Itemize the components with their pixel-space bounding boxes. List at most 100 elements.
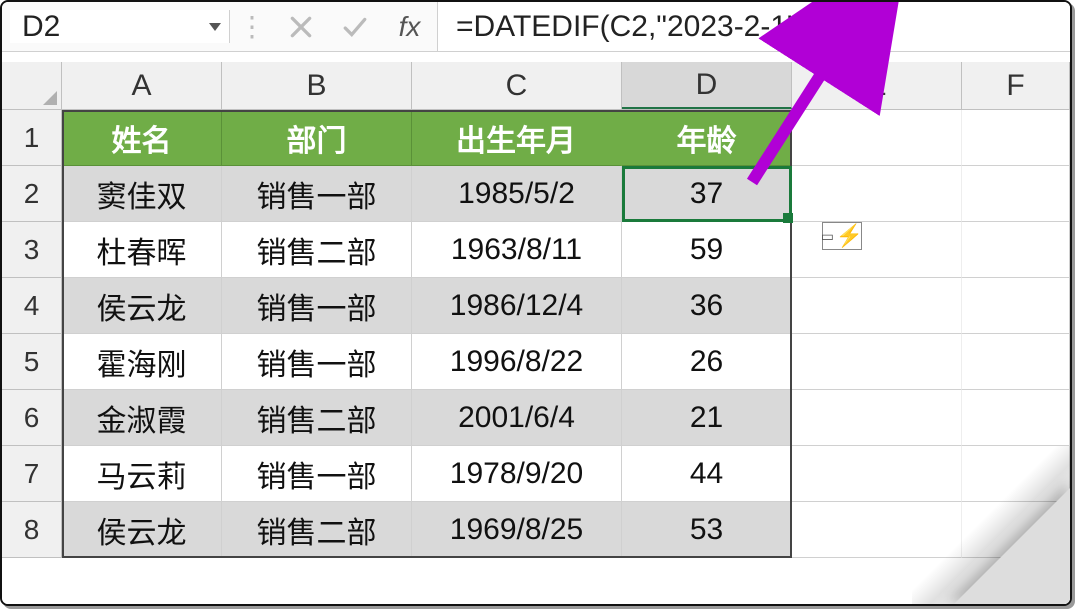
cell[interactable]: 部门	[222, 110, 412, 166]
row-header[interactable]: 5	[2, 334, 62, 390]
name-box-value: D2	[22, 10, 60, 44]
chevron-down-icon[interactable]	[209, 23, 221, 31]
cell[interactable]: 1963/8/11	[412, 222, 622, 278]
cell[interactable]: 金淑霞	[62, 390, 222, 446]
cell[interactable]: 53	[622, 502, 792, 558]
row-number: 3	[24, 234, 40, 266]
cell-text: 部门	[287, 116, 347, 160]
cell[interactable]: 销售一部	[222, 278, 412, 334]
cell[interactable]: 姓名	[62, 110, 222, 166]
col-header-C[interactable]: C	[412, 62, 622, 109]
formula-text: =DATEDIF(C2,"2023-2-1","y")	[456, 10, 852, 44]
col-header-B[interactable]: B	[222, 62, 412, 109]
cell[interactable]	[962, 110, 1070, 166]
row-header[interactable]: 8	[2, 502, 62, 558]
cell[interactable]: 1996/8/22	[412, 334, 622, 390]
cell-text: 1978/9/20	[450, 457, 583, 491]
table-row: 1 姓名 部门 出生年月 年龄	[2, 110, 1070, 166]
cell-text: 销售二部	[257, 396, 377, 440]
row-number: 6	[24, 402, 40, 434]
cell-text: 1996/8/22	[450, 345, 583, 379]
cell[interactable]: 马云莉	[62, 446, 222, 502]
cell-text: 窦佳双	[97, 172, 187, 216]
table-row: 7 马云莉 销售一部 1978/9/20 44	[2, 446, 1070, 502]
cell[interactable]	[792, 166, 962, 222]
col-header-D[interactable]: D	[622, 62, 792, 109]
row-header[interactable]: 2	[2, 166, 62, 222]
row-number: 7	[24, 458, 40, 490]
cell-text: 21	[690, 401, 723, 435]
cell[interactable]: 59	[622, 222, 792, 278]
row-header[interactable]: 6	[2, 390, 62, 446]
cell[interactable]: 杜春晖	[62, 222, 222, 278]
cell[interactable]: 21	[622, 390, 792, 446]
cell[interactable]	[792, 222, 962, 278]
cell[interactable]: 36	[622, 278, 792, 334]
row-number: 4	[24, 290, 40, 322]
cell[interactable]: 窦佳双	[62, 166, 222, 222]
enter-formula-button[interactable]	[328, 2, 382, 51]
cell-selected[interactable]: 37	[622, 166, 792, 222]
insert-function-button[interactable]: fx	[382, 2, 438, 51]
table-row: 5 霍海刚 销售一部 1996/8/22 26	[2, 334, 1070, 390]
cell[interactable]: 1978/9/20	[412, 446, 622, 502]
row-header[interactable]: 3	[2, 222, 62, 278]
cell[interactable]	[962, 278, 1070, 334]
select-all-corner[interactable]	[2, 62, 62, 109]
cell[interactable]: 霍海刚	[62, 334, 222, 390]
cell[interactable]: 44	[622, 446, 792, 502]
cell[interactable]	[962, 502, 1070, 558]
cell[interactable]: 出生年月	[412, 110, 622, 166]
cell[interactable]	[962, 446, 1070, 502]
cell[interactable]: 1969/8/25	[412, 502, 622, 558]
cell[interactable]	[962, 222, 1070, 278]
lightning-icon: ⚡	[836, 225, 863, 247]
row-header[interactable]: 7	[2, 446, 62, 502]
cell[interactable]: 1985/5/2	[412, 166, 622, 222]
col-header-F[interactable]: F	[962, 62, 1070, 109]
cell-text: 霍海刚	[97, 340, 187, 384]
cell[interactable]: 侯云龙	[62, 502, 222, 558]
cell[interactable]: 销售一部	[222, 166, 412, 222]
cell[interactable]: 2001/6/4	[412, 390, 622, 446]
cell[interactable]	[792, 446, 962, 502]
cell[interactable]: 销售一部	[222, 334, 412, 390]
name-box[interactable]: D2	[10, 10, 230, 43]
row-header[interactable]: 1	[2, 110, 62, 166]
col-header-A[interactable]: A	[62, 62, 222, 109]
cell[interactable]	[792, 334, 962, 390]
cell[interactable]: 销售一部	[222, 446, 412, 502]
fx-label: fx	[399, 11, 421, 43]
cell[interactable]: 26	[622, 334, 792, 390]
cell-text: 姓名	[112, 116, 172, 160]
cell[interactable]	[792, 278, 962, 334]
cell[interactable]	[792, 390, 962, 446]
cell[interactable]	[962, 334, 1070, 390]
cell[interactable]: 销售二部	[222, 502, 412, 558]
formula-input[interactable]: =DATEDIF(C2,"2023-2-1","y")	[438, 2, 1070, 51]
cell-text: 侯云龙	[97, 508, 187, 552]
col-label: C	[506, 69, 528, 103]
cell[interactable]	[962, 390, 1070, 446]
smart-tag-box-icon: ▭	[821, 228, 834, 245]
col-header-E[interactable]: E	[792, 62, 962, 109]
cell-text: 销售一部	[257, 340, 377, 384]
cell[interactable]	[792, 502, 962, 558]
flash-fill-smart-tag[interactable]: ▭ ⚡	[822, 222, 862, 250]
cell-text: 年龄	[677, 116, 737, 160]
cell[interactable]	[962, 166, 1070, 222]
cell[interactable]	[792, 110, 962, 166]
table-row: 2 窦佳双 销售一部 1985/5/2 37	[2, 166, 1070, 222]
cell[interactable]: 年龄	[622, 110, 792, 166]
cell[interactable]: 销售二部	[222, 390, 412, 446]
row-number: 2	[24, 178, 40, 210]
cell-text: 销售一部	[257, 172, 377, 216]
worksheet-grid[interactable]: A B C D E F 1 姓名 部门 出生年月 年龄 2 窦佳双 销售一部	[2, 62, 1070, 604]
cancel-formula-button[interactable]	[274, 2, 328, 51]
cell-text: 金淑霞	[97, 396, 187, 440]
cell[interactable]: 侯云龙	[62, 278, 222, 334]
row-header[interactable]: 4	[2, 278, 62, 334]
cell-text: 1985/5/2	[458, 177, 575, 211]
cell[interactable]: 销售二部	[222, 222, 412, 278]
cell[interactable]: 1986/12/4	[412, 278, 622, 334]
